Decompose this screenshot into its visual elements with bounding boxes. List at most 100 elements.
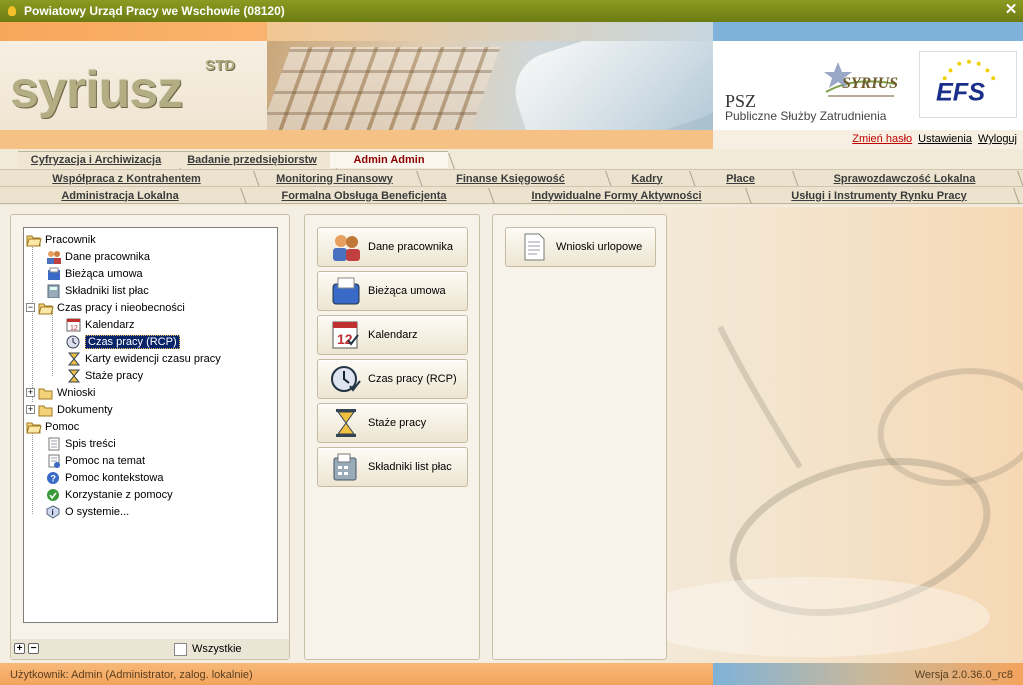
tab-monitoring[interactable]: Monitoring Finansowy bbox=[253, 170, 416, 187]
folder-open-icon bbox=[26, 420, 42, 434]
module-tabs: Cyfryzacja i Archiwizacja Badanie przeds… bbox=[0, 149, 1023, 206]
hourglass-icon bbox=[66, 369, 82, 383]
tree-item-skladniki-list-plac[interactable]: Składniki list płac bbox=[24, 282, 277, 299]
clock-check-icon bbox=[66, 335, 82, 349]
tree-item-karty-ewidencji[interactable]: Karty ewidencji czasu pracy bbox=[24, 350, 277, 367]
glasses-decoration bbox=[660, 325, 1023, 657]
calculator-icon bbox=[330, 452, 362, 482]
calculator-icon bbox=[46, 284, 62, 298]
status-bar: Użytkownik: Admin (Administrator, zalog.… bbox=[0, 663, 1023, 685]
syriusz-small-text: SYRIUSZ bbox=[842, 75, 898, 92]
banner-photo bbox=[267, 41, 713, 130]
navigation-panel: Pracownik Dane pracownika Bieżąca umowa … bbox=[10, 214, 290, 660]
tree-item-spis-tresci[interactable]: Spis treści bbox=[24, 435, 277, 452]
logo-std: STD bbox=[205, 57, 235, 74]
tab-row-3: Administracja Lokalna Formalna Obsługa B… bbox=[0, 186, 1023, 204]
tab-wspolpraca[interactable]: Współpraca z Kontrahentem bbox=[0, 170, 253, 187]
calendar-icon: 12 bbox=[330, 320, 362, 350]
all-checkbox-label: Wszystkie bbox=[192, 643, 242, 655]
tree-item-kalendarz[interactable]: 12 Kalendarz bbox=[24, 316, 277, 333]
app-icon bbox=[6, 5, 18, 17]
status-version: Wersja 2.0.36.0_rc8 bbox=[713, 663, 1023, 685]
close-icon[interactable]: ✕ bbox=[1003, 2, 1019, 18]
help-icon: ? bbox=[46, 471, 62, 485]
tab-finanse[interactable]: Finanse Księgowość bbox=[416, 170, 605, 187]
tab-kadry[interactable]: Kadry bbox=[605, 170, 689, 187]
window-title: Powiatowy Urząd Pracy we Wschowie (08120… bbox=[24, 4, 285, 18]
top-links: Zmień hasło Ustawienia Wyloguj bbox=[852, 133, 1017, 145]
all-checkbox[interactable] bbox=[174, 643, 187, 656]
calendar-icon: 12 bbox=[66, 318, 82, 332]
skladniki-list-plac-button[interactable]: Składniki list płac bbox=[317, 447, 468, 487]
functions-panel: Dane pracownika Bieżąca umowa 12 Kalenda… bbox=[304, 214, 480, 660]
contract-icon bbox=[330, 276, 362, 306]
folder-open-icon bbox=[26, 233, 42, 247]
expand-icon[interactable]: + bbox=[26, 388, 35, 397]
tree-item-czas-pracy-i-nieobecnosci[interactable]: − Czas pracy i nieobecności bbox=[24, 299, 277, 316]
tree-item-czas-pracy-rcp[interactable]: Czas pracy (RCP) bbox=[24, 333, 277, 350]
tree-item-pomoc[interactable]: Pomoc bbox=[24, 418, 277, 435]
logout-link[interactable]: Wyloguj bbox=[978, 133, 1017, 145]
tab-admin-admin[interactable]: Admin Admin bbox=[330, 151, 448, 168]
status-user: Użytkownik: Admin (Administrator, zalog.… bbox=[0, 663, 713, 685]
tab-sprawozdawczosc[interactable]: Sprawozdawczość Lokalna bbox=[792, 170, 1017, 187]
wnioski-urlopowe-button[interactable]: Wnioski urlopowe bbox=[505, 227, 656, 267]
efs-text: EFS bbox=[936, 79, 985, 107]
folder-icon bbox=[38, 403, 54, 417]
svg-text:12: 12 bbox=[70, 325, 78, 332]
collapse-all-button[interactable]: − bbox=[28, 643, 39, 654]
folder-icon bbox=[38, 386, 54, 400]
tree-toolbar: + − Wszystkie bbox=[11, 639, 289, 659]
logo-area: syriusz STD bbox=[0, 41, 267, 130]
tab-row-2: Współpraca z Kontrahentem Monitoring Fin… bbox=[0, 169, 1023, 186]
contract-icon bbox=[46, 267, 62, 281]
collapse-icon[interactable]: − bbox=[26, 303, 35, 312]
tree-item-pomoc-kontekstowa[interactable]: ? Pomoc kontekstowa bbox=[24, 469, 277, 486]
change-password-link[interactable]: Zmień hasło bbox=[852, 133, 912, 145]
documents-panel: Wnioski urlopowe bbox=[492, 214, 667, 660]
czas-pracy-rcp-button[interactable]: Czas pracy (RCP) bbox=[317, 359, 468, 399]
psz-area: SYRIUSZ EFS PSZ Publiczne Służby Zatrudn… bbox=[713, 41, 1023, 130]
title-bar: Powiatowy Urząd Pracy we Wschowie (08120… bbox=[0, 0, 1023, 22]
tree-item-pracownik[interactable]: Pracownik bbox=[24, 231, 277, 248]
tree-item-biezaca-umowa[interactable]: Bieżąca umowa bbox=[24, 265, 277, 282]
hourglass-icon bbox=[330, 408, 362, 438]
tree-item-o-systemie[interactable]: i O systemie... bbox=[24, 503, 277, 520]
hourglass-icon bbox=[66, 352, 82, 366]
tree-item-wnioski[interactable]: + Wnioski bbox=[24, 384, 277, 401]
dane-pracownika-button[interactable]: Dane pracownika bbox=[317, 227, 468, 267]
tree-item-staze-pracy[interactable]: Staże pracy bbox=[24, 367, 277, 384]
syriusz-logo: syriusz bbox=[10, 61, 183, 119]
tab-place[interactable]: Płace bbox=[689, 170, 792, 187]
expand-icon[interactable]: + bbox=[26, 405, 35, 414]
tree-item-pomoc-na-temat[interactable]: Pomoc na temat bbox=[24, 452, 277, 469]
kalendarz-button[interactable]: 12 Kalendarz bbox=[317, 315, 468, 355]
tree-item-korzystanie-z-pomocy[interactable]: Korzystanie z pomocy bbox=[24, 486, 277, 503]
users-icon bbox=[330, 232, 362, 262]
psz-subtitle: Publiczne Służby Zatrudnienia bbox=[725, 109, 887, 123]
banner: syriusz STD SYRIUSZ EFS PSZ Publiczne Sł… bbox=[0, 22, 1023, 149]
users-icon bbox=[46, 250, 62, 264]
svg-text:?: ? bbox=[51, 473, 57, 483]
document-icon bbox=[46, 437, 62, 451]
tree-item-dane-pracownika[interactable]: Dane pracownika bbox=[24, 248, 277, 265]
tab-administracja-lokalna[interactable]: Administracja Lokalna bbox=[0, 187, 240, 204]
settings-link[interactable]: Ustawienia bbox=[918, 133, 972, 145]
efs-logo: EFS bbox=[919, 51, 1017, 118]
biezaca-umowa-button[interactable]: Bieżąca umowa bbox=[317, 271, 468, 311]
expand-all-button[interactable]: + bbox=[14, 643, 25, 654]
tab-badanie-przedsiebiorstw[interactable]: Badanie przedsiębiorstw bbox=[174, 151, 330, 168]
tab-indywidualne-formy[interactable]: Indywidualne Formy Aktywności bbox=[488, 187, 745, 204]
navigation-tree: Pracownik Dane pracownika Bieżąca umowa … bbox=[23, 227, 278, 623]
staze-pracy-button[interactable]: Staże pracy bbox=[317, 403, 468, 443]
tab-formalna-obsluga[interactable]: Formalna Obsługa Beneficjenta bbox=[240, 187, 488, 204]
tree-item-dokumenty[interactable]: + Dokumenty bbox=[24, 401, 277, 418]
help-document-icon bbox=[46, 454, 62, 468]
tab-cyfryzacja[interactable]: Cyfryzacja i Archiwizacja bbox=[18, 151, 174, 168]
tab-uslugi-instrumenty[interactable]: Usługi i Instrumenty Rynku Pracy bbox=[745, 187, 1013, 204]
document-icon bbox=[518, 232, 550, 262]
clock-check-icon bbox=[330, 364, 362, 394]
syriusz-small-logo: SYRIUSZ bbox=[824, 62, 898, 97]
info-icon: i bbox=[46, 504, 62, 519]
tab-row-1: Cyfryzacja i Archiwizacja Badanie przeds… bbox=[18, 151, 448, 168]
